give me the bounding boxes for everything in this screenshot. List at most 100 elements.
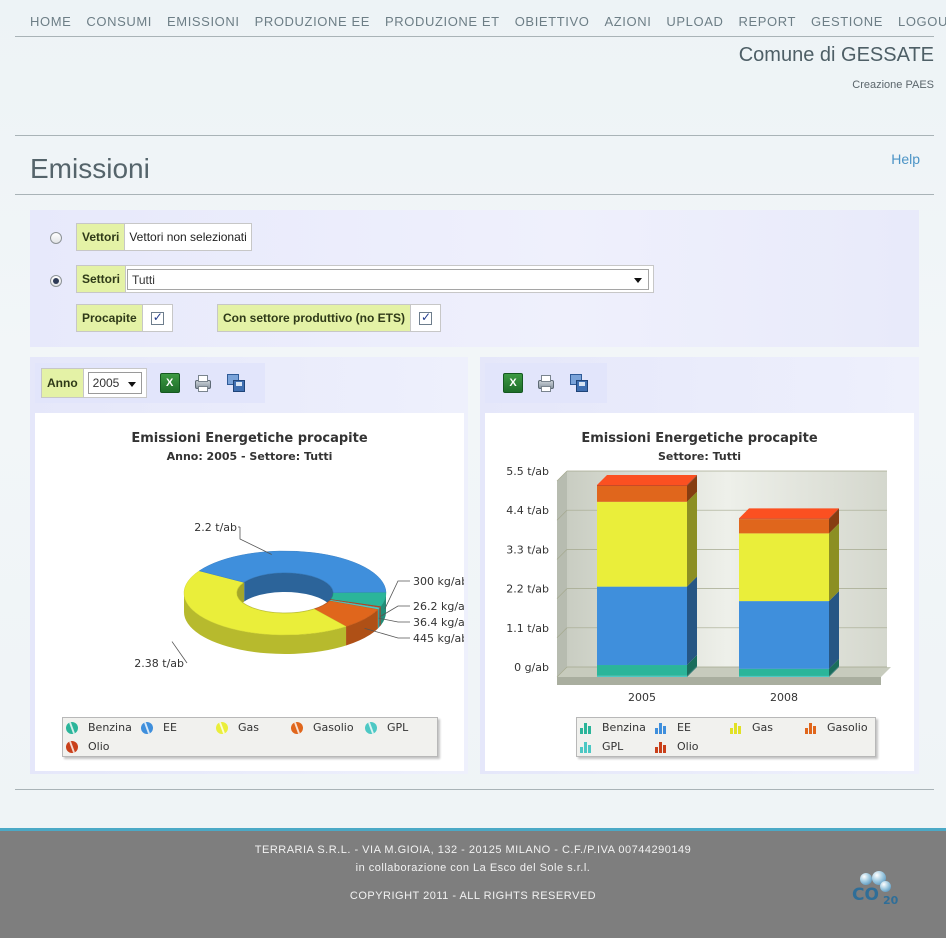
vettori-label: Vettori bbox=[77, 224, 126, 250]
legend-label: EE bbox=[677, 721, 691, 734]
y-tick-label: 2.2 t/ab bbox=[506, 583, 549, 596]
y-tick-label: 4.4 t/ab bbox=[506, 504, 549, 517]
settore-produttivo-checkbox[interactable] bbox=[419, 310, 432, 325]
save-icon[interactable] bbox=[569, 373, 589, 393]
pie-chart-title: Emissioni Energetiche procapite bbox=[131, 431, 368, 446]
chart-floor-front bbox=[557, 677, 881, 685]
title-divider bbox=[15, 194, 934, 195]
bar-2005-benzina bbox=[597, 665, 687, 676]
legend-label: Gasolio bbox=[313, 721, 354, 734]
legend-item-gas: Gas bbox=[216, 721, 259, 734]
nav-divider bbox=[15, 36, 934, 37]
legend-item-gpl: GPL bbox=[580, 740, 623, 753]
footer: TERRARIA S.R.L. - VIA M.GIOIA, 132 - 201… bbox=[0, 828, 946, 938]
bar-toolbar: X bbox=[485, 363, 607, 403]
legend-item-gpl: GPL bbox=[365, 721, 408, 734]
bar-2005-ee bbox=[597, 586, 687, 666]
legend-label: GPL bbox=[387, 721, 409, 734]
bar-2008-gasolio bbox=[739, 519, 829, 534]
save-icon[interactable] bbox=[226, 373, 246, 393]
legend-label: GPL bbox=[602, 740, 624, 753]
pie-data-label: 2.38 t/ab bbox=[134, 657, 184, 670]
header-divider bbox=[15, 135, 934, 136]
pie-chart-canvas: Emissioni Energetiche procapite Anno: 20… bbox=[35, 413, 464, 771]
filter-panel: Vettori Vettori non selezionati Settori … bbox=[30, 210, 919, 347]
legend-item-olio: Olio bbox=[66, 740, 110, 753]
legend-item-gas: Gas bbox=[730, 721, 773, 734]
settori-radio[interactable] bbox=[50, 275, 62, 287]
procapite-field: Procapite bbox=[76, 304, 173, 332]
legend-item-ee: EE bbox=[655, 721, 691, 734]
legend-item-benzina: Benzina bbox=[580, 721, 646, 734]
legend-label: EE bbox=[163, 721, 177, 734]
vettori-field[interactable]: Vettori Vettori non selezionati bbox=[76, 223, 252, 251]
procapite-checkbox[interactable] bbox=[150, 310, 164, 325]
bar-chart-subtitle: Settore: Tutti bbox=[658, 450, 741, 463]
legend-gasolio-icon bbox=[291, 721, 303, 734]
legend-benzina-icon bbox=[580, 722, 592, 734]
bar-side bbox=[829, 523, 839, 602]
bar-2008-gpl bbox=[739, 675, 829, 677]
bar-side bbox=[687, 491, 697, 587]
legend-item-benzina: Benzina bbox=[66, 721, 132, 734]
chart-left-wall bbox=[557, 471, 567, 677]
legend-gas-icon bbox=[216, 721, 228, 734]
bar-2005-olio bbox=[597, 485, 687, 486]
legend-item-ee: EE bbox=[141, 721, 177, 734]
y-tick-label: 5.5 t/ab bbox=[506, 465, 549, 478]
nav-emissioni[interactable]: EMISSIONI bbox=[167, 14, 240, 32]
excel-icon[interactable]: X bbox=[159, 373, 180, 393]
settori-select-value: Tutti bbox=[132, 273, 155, 287]
bar-top bbox=[597, 475, 697, 486]
nav-azioni[interactable]: AZIONI bbox=[604, 14, 651, 32]
x-tick-label: 2005 bbox=[628, 691, 656, 704]
anno-select-value: 2005 bbox=[92, 376, 120, 390]
nav-produzione-ee[interactable]: PRODUZIONE EE bbox=[255, 14, 370, 32]
anno-field: Anno 2005 bbox=[41, 368, 147, 398]
pie-data-label: 445 kg/ab bbox=[413, 632, 464, 645]
nav-gestione[interactable]: GESTIONE bbox=[811, 14, 883, 32]
legend-olio-icon bbox=[655, 741, 667, 753]
nav-upload[interactable]: UPLOAD bbox=[666, 14, 723, 32]
legend-item-gasolio: Gasolio bbox=[291, 721, 354, 734]
nav-obiettivo[interactable]: OBIETTIVO bbox=[515, 14, 590, 32]
help-link[interactable]: Help bbox=[891, 151, 920, 167]
bar-2008-benzina bbox=[739, 668, 829, 676]
label-leader bbox=[384, 580, 410, 610]
legend-ee-icon bbox=[655, 722, 667, 734]
bar-2008-gas bbox=[739, 533, 829, 602]
print-icon[interactable] bbox=[193, 373, 213, 393]
bar-2005-gpl bbox=[597, 675, 687, 677]
bar-legend: Benzina EE Gas Gasolio GPL Olio bbox=[576, 717, 876, 757]
bar-2008-olio bbox=[739, 518, 829, 520]
bar-2008-ee bbox=[739, 601, 829, 669]
legend-gpl-icon bbox=[365, 721, 377, 734]
settori-select[interactable]: Tutti bbox=[127, 269, 649, 290]
legend-label: Gas bbox=[752, 721, 773, 734]
nav-logout[interactable]: LOGOUT bbox=[898, 14, 946, 32]
y-tick-label: 0 g/ab bbox=[514, 661, 549, 674]
excel-icon[interactable]: X bbox=[503, 373, 523, 393]
nav-home[interactable]: HOME bbox=[30, 14, 71, 32]
anno-select[interactable]: 2005 bbox=[87, 372, 142, 394]
bar-chart-canvas: Emissioni Energetiche procapite Settore:… bbox=[485, 413, 914, 771]
bar-top bbox=[739, 508, 839, 519]
vettori-radio[interactable] bbox=[50, 232, 62, 244]
pie-data-label: 26.2 kg/ab bbox=[413, 600, 464, 613]
chevron-down-icon bbox=[634, 278, 642, 283]
legend-gasolio-icon bbox=[805, 722, 817, 734]
co2-logo: CO 20 bbox=[850, 871, 900, 911]
settore-produttivo-label: Con settore produttivo (no ETS) bbox=[218, 305, 411, 331]
legend-label: Benzina bbox=[88, 721, 132, 734]
legend-label: Olio bbox=[88, 740, 110, 753]
footer-company: TERRARIA S.R.L. - VIA M.GIOIA, 132 - 201… bbox=[254, 844, 692, 856]
print-icon[interactable] bbox=[536, 373, 556, 393]
vettori-value[interactable]: Vettori non selezionati bbox=[125, 230, 250, 244]
nav-produzione-et[interactable]: PRODUZIONE ET bbox=[385, 14, 500, 32]
x-tick-label: 2008 bbox=[770, 691, 798, 704]
nav-report[interactable]: REPORT bbox=[738, 14, 796, 32]
legend-label: Olio bbox=[677, 740, 699, 753]
nav-consumi[interactable]: CONSUMI bbox=[86, 14, 152, 32]
anno-label: Anno bbox=[42, 369, 84, 397]
settore-produttivo-field: Con settore produttivo (no ETS) bbox=[217, 304, 441, 332]
